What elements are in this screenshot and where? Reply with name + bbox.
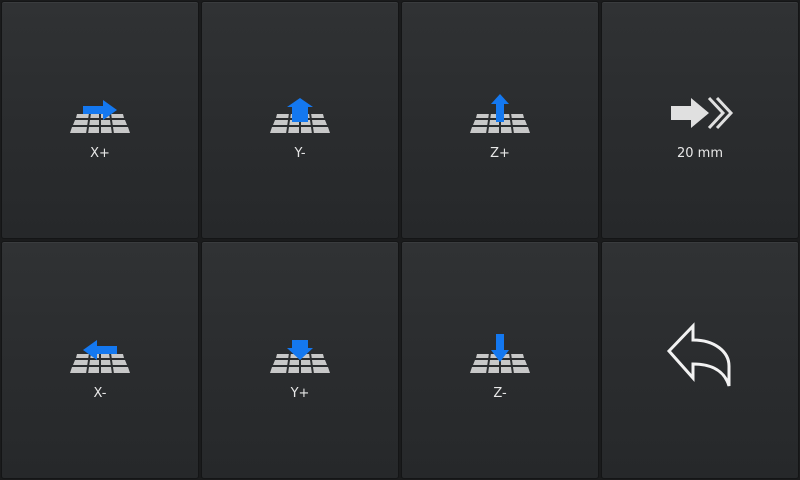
bed-arrow-right-icon bbox=[65, 94, 135, 136]
back-arrow-icon bbox=[665, 320, 735, 390]
x-minus-label: X- bbox=[93, 386, 107, 401]
x-minus-button[interactable]: X- bbox=[1, 241, 199, 479]
y-minus-label: Y- bbox=[294, 146, 306, 161]
bed-arrow-down-icon bbox=[465, 334, 535, 376]
bed-arrow-front-icon bbox=[265, 334, 335, 376]
step-size-label: 20 mm bbox=[676, 146, 723, 161]
x-plus-label: X+ bbox=[90, 146, 110, 161]
y-minus-button[interactable]: Y- bbox=[201, 1, 399, 239]
step-size-button[interactable]: 20 mm bbox=[601, 1, 799, 239]
bed-arrow-back-icon bbox=[265, 94, 335, 136]
back-button[interactable] bbox=[601, 241, 799, 479]
bed-arrow-left-icon bbox=[65, 334, 135, 376]
y-plus-label: Y+ bbox=[290, 386, 310, 401]
bed-arrow-up-icon bbox=[465, 94, 535, 136]
fast-forward-icon bbox=[665, 94, 735, 136]
z-minus-button[interactable]: Z- bbox=[401, 241, 599, 479]
move-axis-screen: X+ Y- Z+ 20 mm X- Y+ Z- bbox=[0, 0, 800, 480]
z-plus-label: Z+ bbox=[490, 146, 510, 161]
z-minus-label: Z- bbox=[493, 386, 507, 401]
z-plus-button[interactable]: Z+ bbox=[401, 1, 599, 239]
y-plus-button[interactable]: Y+ bbox=[201, 241, 399, 479]
x-plus-button[interactable]: X+ bbox=[1, 1, 199, 239]
